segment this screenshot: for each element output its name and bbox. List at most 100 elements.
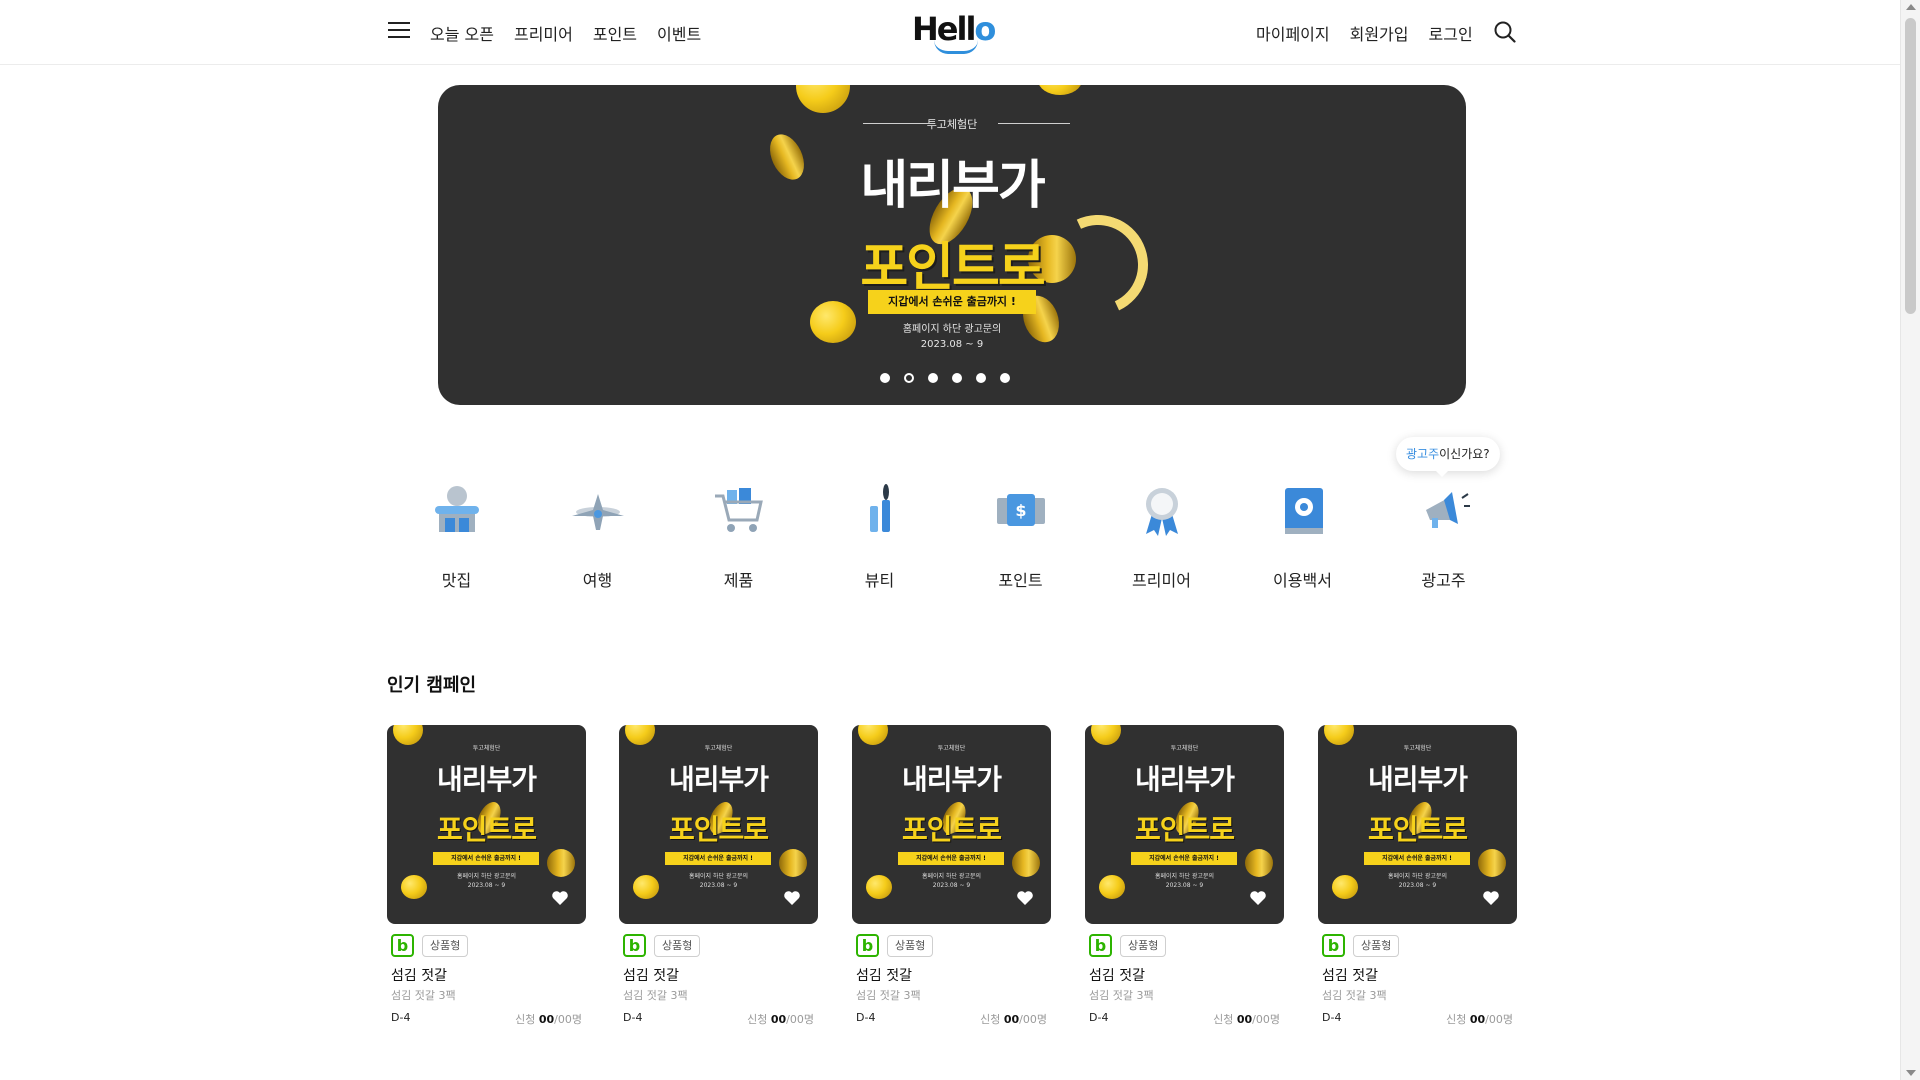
thumb-headline-highlight: 포인트로: [1367, 813, 1468, 846]
category-restaurant[interactable]: 맛집: [386, 480, 527, 591]
banner-headline: 내리부가: [860, 156, 1045, 216]
category-guide[interactable]: 이용백서: [1232, 480, 1373, 591]
heart-icon[interactable]: [1481, 888, 1501, 908]
megaphone-icon: [1425, 492, 1470, 528]
thumb-headline-highlight: 포인트로: [1134, 813, 1235, 846]
nav-mypage[interactable]: 마이페이지: [1256, 21, 1330, 45]
campaign-card[interactable]: 투고체험단 내리부가 포인트로 지갑에서 손쉬운 출금까지 ! 홈페이지 하단 …: [852, 725, 1051, 1027]
naver-blog-icon: b: [1322, 934, 1345, 957]
thumb-headline: 내리부가: [1134, 763, 1235, 796]
category-label: 포인트: [998, 571, 1043, 590]
carousel-dot[interactable]: [1000, 373, 1010, 383]
account-nav: 마이페이지 회원가입 로그인: [1256, 21, 1473, 45]
coin-decoration: [1324, 725, 1354, 745]
carousel-dot[interactable]: [880, 373, 890, 383]
nav-login[interactable]: 로그인: [1429, 21, 1473, 45]
category-point[interactable]: $ 포인트: [950, 480, 1091, 591]
thumb-tagline: 지갑에서 손쉬운 출금까지 !: [1131, 852, 1237, 865]
campaign-title[interactable]: 섬김 젓갈: [1085, 965, 1284, 985]
campaign-apply-count: 신청 00/00명: [747, 1013, 814, 1026]
coin-decoration: [796, 85, 850, 113]
heart-icon[interactable]: [782, 888, 802, 908]
nav-signup[interactable]: 회원가입: [1350, 21, 1409, 45]
thumb-kicker: 투고체험단: [937, 745, 966, 752]
nav-today-open[interactable]: 오늘 오픈: [430, 21, 494, 45]
thumb-kicker: 투고체험단: [1170, 745, 1199, 752]
campaign-apply-count: 신청 00/00명: [515, 1013, 582, 1026]
kicker-divider-right: [998, 123, 1070, 124]
restaurant-icon: [434, 486, 479, 532]
nav-premier[interactable]: 프리미어: [514, 21, 573, 45]
scroll-up-arrow-icon[interactable]: [1906, 4, 1916, 10]
heart-icon[interactable]: [1248, 888, 1268, 908]
category-label: 뷰티: [864, 571, 895, 590]
thumb-headline: 내리부가: [901, 763, 1002, 796]
heart-icon[interactable]: [1015, 888, 1035, 908]
campaign-card[interactable]: 투고체험단 내리부가 포인트로 지갑에서 손쉬운 출금까지 ! 홈페이지 하단 …: [1318, 725, 1517, 1027]
book-gear-icon: [1284, 488, 1323, 534]
campaign-thumbnail[interactable]: 투고체험단 내리부가 포인트로 지갑에서 손쉬운 출금까지 ! 홈페이지 하단 …: [852, 725, 1051, 924]
category-label: 프리미어: [1132, 571, 1191, 590]
campaign-card[interactable]: 투고체험단 내리부가 포인트로 지갑에서 손쉬운 출금까지 ! 홈페이지 하단 …: [619, 725, 818, 1027]
category-label: 제품: [723, 571, 754, 590]
campaign-dday: D-4: [1089, 1011, 1109, 1024]
campaign-title[interactable]: 섬김 젓갈: [1318, 965, 1517, 985]
nav-point[interactable]: 포인트: [593, 21, 637, 45]
campaign-type-badge: 상품형: [422, 934, 469, 957]
campaign-thumbnail[interactable]: 투고체험단 내리부가 포인트로 지갑에서 손쉬운 출금까지 ! 홈페이지 하단 …: [387, 725, 586, 924]
campaign-dday: D-4: [856, 1011, 876, 1024]
category-travel[interactable]: 여행: [527, 480, 668, 591]
coin-decoration: [1038, 85, 1082, 95]
campaign-meta: b 상품형: [619, 934, 818, 957]
category-beauty[interactable]: 뷰티: [809, 480, 950, 591]
heart-icon[interactable]: [550, 888, 570, 908]
campaign-subtitle: 섬김 젓갈 3팩: [1322, 989, 1387, 1002]
coin-decoration: [858, 725, 888, 745]
cart-icon: [714, 488, 763, 532]
money-icon: $: [996, 494, 1045, 526]
naver-blog-icon: b: [1089, 934, 1112, 957]
carousel-dot-active[interactable]: [904, 373, 914, 383]
search-icon[interactable]: [1494, 21, 1516, 43]
carousel-dot[interactable]: [952, 373, 962, 383]
naver-blog-icon: b: [391, 934, 414, 957]
scroll-thumb[interactable]: [1905, 18, 1916, 314]
campaign-thumbnail[interactable]: 투고체험단 내리부가 포인트로 지갑에서 손쉬운 출금까지 ! 홈페이지 하단 …: [1318, 725, 1517, 924]
campaign-title[interactable]: 섬김 젓갈: [619, 965, 818, 985]
main-banner[interactable]: 투고체험단 내리부가 포인트로 지갑에서 손쉬운 출금까지 ! 홈페이지 하단 …: [438, 85, 1466, 405]
campaign-thumbnail[interactable]: 투고체험단 내리부가 포인트로 지갑에서 손쉬운 출금까지 ! 홈페이지 하단 …: [619, 725, 818, 924]
carousel-dot[interactable]: [928, 373, 938, 383]
thumb-headline-highlight: 포인트로: [901, 813, 1002, 846]
campaign-type-badge: 상품형: [1120, 934, 1167, 957]
campaign-title[interactable]: 섬김 젓갈: [852, 965, 1051, 985]
category-menu: 맛집 여행 제품 뷰티 $ 포인트 프리미어 이용백서 광고주: [386, 480, 1516, 600]
campaign-card[interactable]: 투고체험단 내리부가 포인트로 지갑에서 손쉬운 출금까지 ! 홈페이지 하단 …: [1085, 725, 1284, 1027]
campaign-meta: b 상품형: [387, 934, 586, 957]
campaign-meta: b 상품형: [852, 934, 1051, 957]
category-label: 광고주: [1421, 571, 1466, 590]
advertiser-tooltip[interactable]: 광고주이신가요?: [1396, 437, 1500, 477]
campaign-footer: D-4 신청 00/00명: [852, 1011, 1051, 1027]
site-logo[interactable]: Hello: [912, 10, 996, 54]
campaign-apply-count: 신청 00/00명: [1213, 1013, 1280, 1026]
category-advertiser[interactable]: 광고주: [1373, 480, 1514, 591]
nav-event[interactable]: 이벤트: [657, 21, 701, 45]
banner-subtext: 홈페이지 하단 광고문의 2023.08 ~ 9: [438, 322, 1466, 352]
campaign-title[interactable]: 섬김 젓갈: [387, 965, 586, 985]
page-scrollbar[interactable]: [1900, 0, 1920, 1080]
coin-decoration: [625, 725, 655, 745]
carousel-dot[interactable]: [976, 373, 986, 383]
campaign-subtitle: 섬김 젓갈 3팩: [391, 989, 456, 1002]
scroll-down-arrow-icon[interactable]: [1906, 1070, 1916, 1076]
campaign-card[interactable]: 투고체험단 내리부가 포인트로 지갑에서 손쉬운 출금까지 ! 홈페이지 하단 …: [387, 725, 586, 1027]
thumb-tagline: 지갑에서 손쉬운 출금까지 !: [1364, 852, 1470, 865]
campaign-thumbnail[interactable]: 투고체험단 내리부가 포인트로 지갑에서 손쉬운 출금까지 ! 홈페이지 하단 …: [1085, 725, 1284, 924]
tooltip-text: 이신가요?: [1439, 447, 1490, 461]
campaign-apply-count: 신청 00/00명: [1446, 1013, 1513, 1026]
campaign-subtitle: 섬김 젓갈 3팩: [623, 989, 688, 1002]
tooltip-accent: 광고주: [1406, 447, 1440, 461]
category-premier[interactable]: 프리미어: [1091, 480, 1232, 591]
campaign-footer: D-4 신청 00/00명: [1318, 1011, 1517, 1027]
category-product[interactable]: 제품: [668, 480, 809, 591]
menu-icon[interactable]: [388, 22, 410, 40]
